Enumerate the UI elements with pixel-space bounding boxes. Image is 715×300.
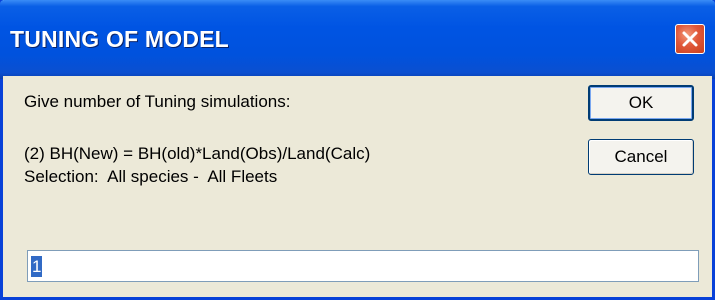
title-bar[interactable]: TUNING OF MODEL: [0, 0, 715, 79]
formula-label: (2) BH(New) = BH(old)*Land(Obs)/Land(Cal…: [24, 144, 371, 163]
simulations-input[interactable]: 1: [27, 250, 699, 282]
dialog-body: Give number of Tuning simulations: (2) B…: [3, 76, 712, 297]
input-value: 1: [31, 256, 43, 277]
cancel-button[interactable]: Cancel: [588, 139, 694, 175]
selection-label: Selection: All species - All Fleets: [24, 167, 278, 186]
prompt-label: Give number of Tuning simulations:: [24, 92, 291, 111]
tuning-dialog: TUNING OF MODEL Give number of Tuning si…: [0, 0, 715, 300]
close-button[interactable]: [675, 24, 705, 54]
dialog-title: TUNING OF MODEL: [10, 26, 229, 52]
close-icon: [682, 31, 698, 47]
ok-button[interactable]: OK: [588, 85, 694, 121]
